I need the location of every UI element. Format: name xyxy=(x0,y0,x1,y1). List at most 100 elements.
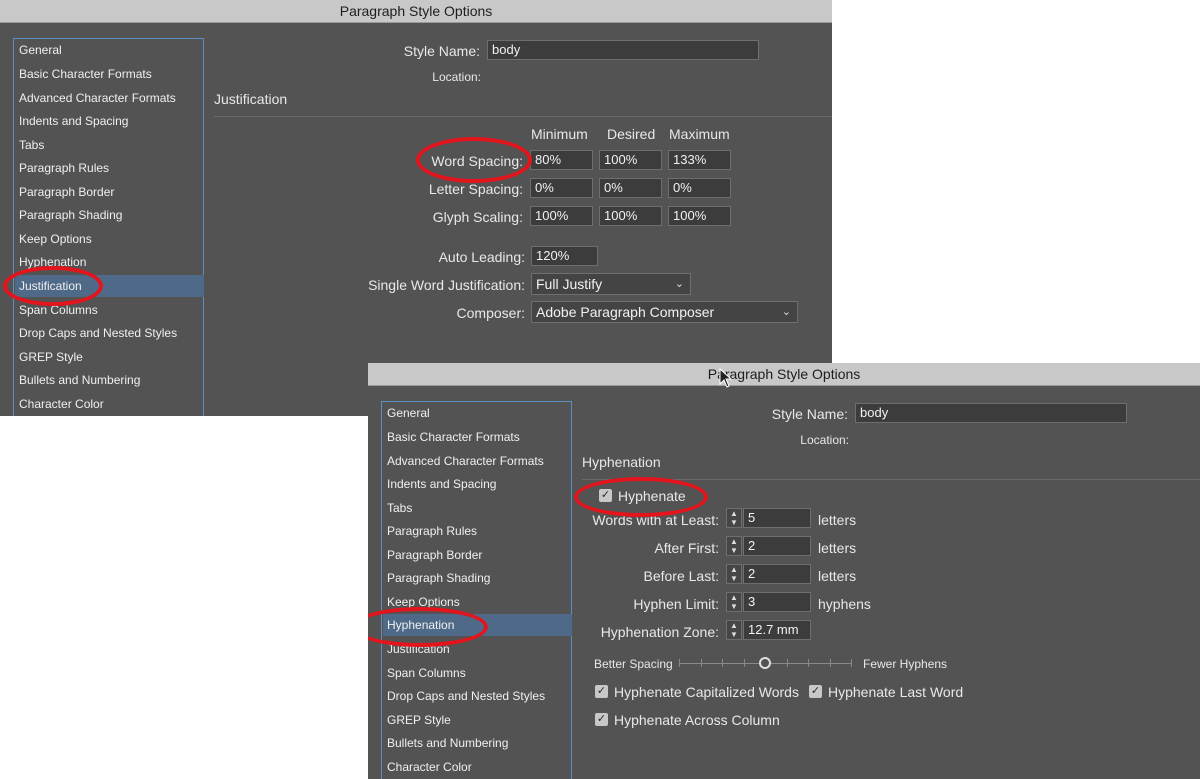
divider xyxy=(582,479,1200,480)
category-keep-options[interactable]: Keep Options xyxy=(15,228,204,250)
before-last-input[interactable]: 2 xyxy=(743,564,811,584)
after-first-input[interactable]: 2 xyxy=(743,536,811,556)
category-grep-style[interactable]: GREP Style xyxy=(383,709,572,731)
category-justification[interactable]: Justification xyxy=(383,638,572,660)
category-basic-character-formats[interactable]: Basic Character Formats xyxy=(383,426,572,448)
glyph-scaling-min[interactable]: 100% xyxy=(530,206,593,226)
dialog-title: Paragraph Style Options xyxy=(0,0,832,23)
auto-leading-input[interactable]: 120% xyxy=(531,246,598,266)
hyphenate-capitalized-checkbox[interactable]: ✓ xyxy=(595,685,608,698)
category-paragraph-border[interactable]: Paragraph Border xyxy=(383,544,572,566)
category-indents-and-spacing[interactable]: Indents and Spacing xyxy=(15,110,204,132)
paragraph-style-dialog-hyphenation: Paragraph Style Options General Basic Ch… xyxy=(368,363,1200,779)
hyphenate-last-word-label: Hyphenate Last Word xyxy=(828,684,964,700)
column-header-minimum: Minimum xyxy=(531,126,588,142)
category-list: General Basic Character Formats Advanced… xyxy=(13,38,204,416)
glyph-scaling-desired[interactable]: 100% xyxy=(599,206,662,226)
category-character-color[interactable]: Character Color xyxy=(15,393,204,415)
single-word-justification-select[interactable]: Full Justify ⌄ xyxy=(531,273,691,295)
section-title: Justification xyxy=(214,91,288,107)
slider-right-label: Fewer Hyphens xyxy=(863,657,948,671)
category-bullets-numbering[interactable]: Bullets and Numbering xyxy=(383,732,572,754)
slider-tick xyxy=(744,659,745,667)
letter-spacing-min[interactable]: 0% xyxy=(530,178,593,198)
dialog-title: Paragraph Style Options xyxy=(368,363,1200,386)
category-character-color[interactable]: Character Color xyxy=(383,756,572,778)
stepper-arrows-icon[interactable]: ▲ ▼ xyxy=(726,508,742,528)
category-list: General Basic Character Formats Advanced… xyxy=(381,401,572,779)
word-spacing-label: Word Spacing: xyxy=(431,153,523,169)
category-keep-options[interactable]: Keep Options xyxy=(383,591,572,613)
word-spacing-max[interactable]: 133% xyxy=(668,150,731,170)
slider-left-label: Better Spacing xyxy=(594,657,673,671)
after-first-unit: letters xyxy=(818,540,857,556)
category-tabs[interactable]: Tabs xyxy=(15,134,204,156)
after-first-label: After First: xyxy=(654,540,719,556)
category-bullets-numbering[interactable]: Bullets and Numbering xyxy=(15,369,204,391)
slider-tick xyxy=(701,659,702,667)
category-span-columns[interactable]: Span Columns xyxy=(383,662,572,684)
category-tabs[interactable]: Tabs xyxy=(383,497,572,519)
letter-spacing-max[interactable]: 0% xyxy=(668,178,731,198)
glyph-scaling-max[interactable]: 100% xyxy=(668,206,731,226)
stepper-arrows-icon[interactable]: ▲ ▼ xyxy=(726,592,742,612)
hyphen-limit-unit: hyphens xyxy=(818,596,871,612)
composer-select[interactable]: Adobe Paragraph Composer ⌄ xyxy=(531,301,798,323)
category-drop-caps[interactable]: Drop Caps and Nested Styles xyxy=(15,322,204,344)
slider-tick xyxy=(808,659,809,667)
hyphen-limit-input[interactable]: 3 xyxy=(743,592,811,612)
glyph-scaling-label: Glyph Scaling: xyxy=(432,209,523,225)
words-with-at-least-input[interactable]: 5 xyxy=(743,508,811,528)
section-title: Hyphenation xyxy=(582,454,661,470)
category-span-columns[interactable]: Span Columns xyxy=(15,299,204,321)
category-advanced-character-formats[interactable]: Advanced Character Formats xyxy=(383,450,572,472)
hyphenation-zone-input[interactable]: 12.7 mm xyxy=(743,620,811,640)
stepper-arrows-icon[interactable]: ▲ ▼ xyxy=(726,564,742,584)
category-grep-style[interactable]: GREP Style xyxy=(15,346,204,368)
chevron-down-icon: ⌄ xyxy=(674,278,684,290)
category-drop-caps[interactable]: Drop Caps and Nested Styles xyxy=(383,685,572,707)
category-advanced-character-formats[interactable]: Advanced Character Formats xyxy=(15,87,204,109)
category-basic-character-formats[interactable]: Basic Character Formats xyxy=(15,63,204,85)
slider-tick xyxy=(830,659,831,667)
slider-tick xyxy=(787,659,788,667)
category-paragraph-shading[interactable]: Paragraph Shading xyxy=(15,204,204,226)
slider-tick xyxy=(851,659,852,667)
letter-spacing-desired[interactable]: 0% xyxy=(599,178,662,198)
category-general[interactable]: General xyxy=(383,402,572,424)
hyphenate-last-word-checkbox[interactable]: ✓ xyxy=(809,685,822,698)
spacing-slider-knob[interactable] xyxy=(759,657,771,669)
column-header-maximum: Maximum xyxy=(669,126,730,142)
single-word-justification-label: Single Word Justification: xyxy=(368,277,525,293)
letter-spacing-label: Letter Spacing: xyxy=(428,181,523,197)
category-paragraph-rules[interactable]: Paragraph Rules xyxy=(383,520,572,542)
style-name-input[interactable]: body xyxy=(855,403,1127,423)
category-hyphenation[interactable]: Hyphenation xyxy=(383,614,572,636)
category-indents-and-spacing[interactable]: Indents and Spacing xyxy=(383,473,572,495)
words-with-at-least-label: Words with at Least: xyxy=(592,512,719,528)
before-last-label: Before Last: xyxy=(643,568,720,584)
category-paragraph-rules[interactable]: Paragraph Rules xyxy=(15,157,204,179)
hyphen-limit-label: Hyphen Limit: xyxy=(633,596,719,612)
style-name-input[interactable]: body xyxy=(487,40,759,60)
category-hyphenation[interactable]: Hyphenation xyxy=(15,251,204,273)
category-paragraph-border[interactable]: Paragraph Border xyxy=(15,181,204,203)
category-paragraph-shading[interactable]: Paragraph Shading xyxy=(383,567,572,589)
slider-tick xyxy=(679,659,680,667)
stepper-arrows-icon[interactable]: ▲ ▼ xyxy=(726,620,742,640)
hyphenate-across-column-checkbox[interactable]: ✓ xyxy=(595,713,608,726)
hyphenate-label: Hyphenate xyxy=(618,488,686,504)
style-name-label: Style Name: xyxy=(771,406,848,422)
location-label: Location: xyxy=(800,433,849,447)
column-header-desired: Desired xyxy=(607,126,656,142)
word-spacing-min[interactable]: 80% xyxy=(530,150,593,170)
auto-leading-label: Auto Leading: xyxy=(438,249,525,265)
hyphenate-capitalized-label: Hyphenate Capitalized Words xyxy=(614,684,799,700)
slider-tick xyxy=(722,659,723,667)
category-justification[interactable]: Justification xyxy=(15,275,204,297)
words-with-at-least-unit: letters xyxy=(818,512,857,528)
word-spacing-desired[interactable]: 100% xyxy=(599,150,662,170)
category-general[interactable]: General xyxy=(15,39,204,61)
hyphenate-checkbox[interactable]: ✓ xyxy=(599,489,612,502)
stepper-arrows-icon[interactable]: ▲ ▼ xyxy=(726,536,742,556)
